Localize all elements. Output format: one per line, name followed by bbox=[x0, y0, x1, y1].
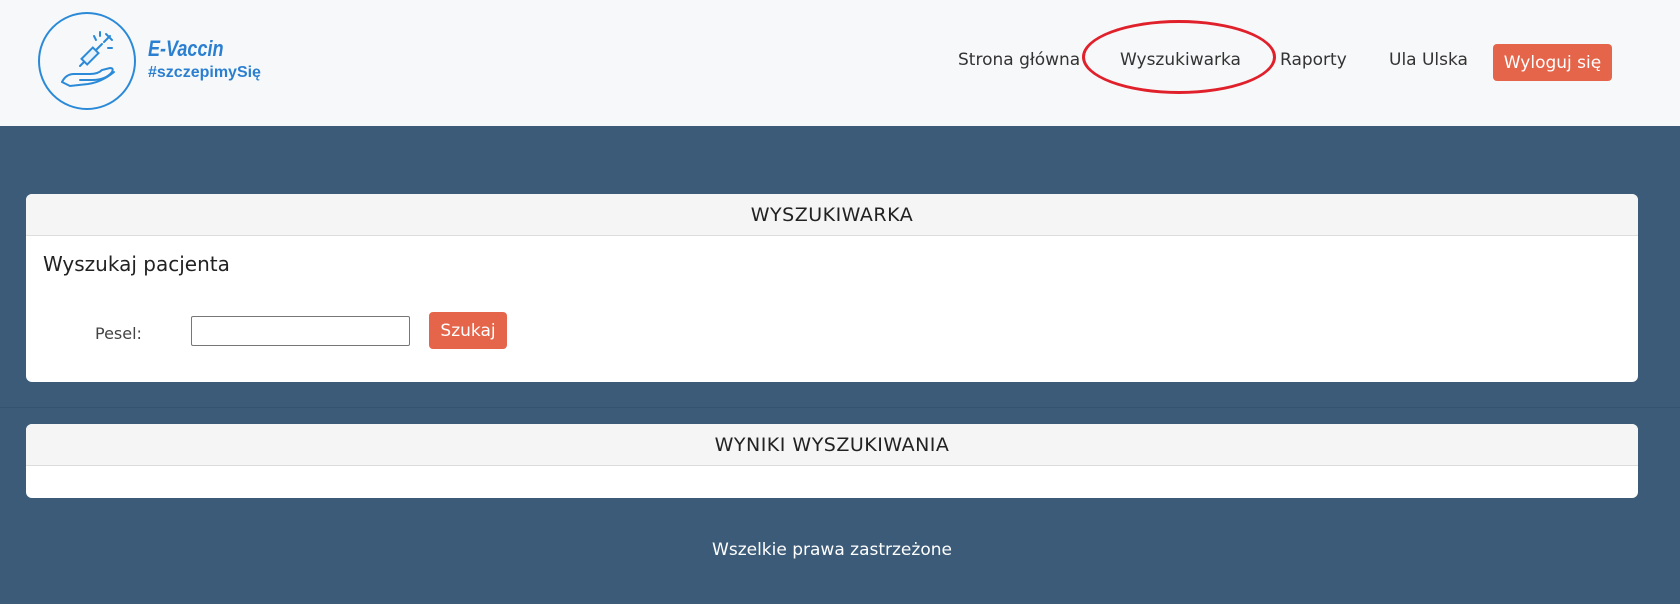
nav-item-user[interactable]: Ula Ulska bbox=[1389, 50, 1468, 70]
results-card-title: WYNIKI WYSZUKIWANIA bbox=[26, 424, 1638, 466]
section-divider bbox=[0, 407, 1680, 408]
logo[interactable] bbox=[38, 12, 136, 110]
results-card: WYNIKI WYSZUKIWANIA bbox=[26, 424, 1638, 498]
search-card-title: WYSZUKIWARKA bbox=[26, 194, 1638, 236]
search-card: WYSZUKIWARKA Wyszukaj pacjenta Pesel: Sz… bbox=[26, 194, 1638, 382]
nav-item-search[interactable]: Wyszukiwarka bbox=[1120, 50, 1241, 70]
hand-with-syringe-icon bbox=[61, 31, 115, 88]
footer-text: Wszelkie prawa zastrzeżone bbox=[712, 540, 952, 560]
nav-item-home[interactable]: Strona główna bbox=[958, 50, 1080, 70]
brand-name: E-Vaccin bbox=[148, 36, 224, 61]
logout-button[interactable]: Wyloguj się bbox=[1493, 44, 1612, 81]
nav-item-reports[interactable]: Raporty bbox=[1280, 50, 1347, 70]
brand-tagline: #szczepimySię bbox=[148, 64, 261, 81]
search-subheading: Wyszukaj pacjenta bbox=[43, 252, 230, 276]
pesel-label: Pesel: bbox=[95, 324, 142, 343]
pesel-input[interactable] bbox=[191, 316, 410, 346]
top-navbar: E-Vaccin #szczepimySię Strona główna Wys… bbox=[0, 0, 1680, 126]
search-button[interactable]: Szukaj bbox=[429, 312, 507, 349]
